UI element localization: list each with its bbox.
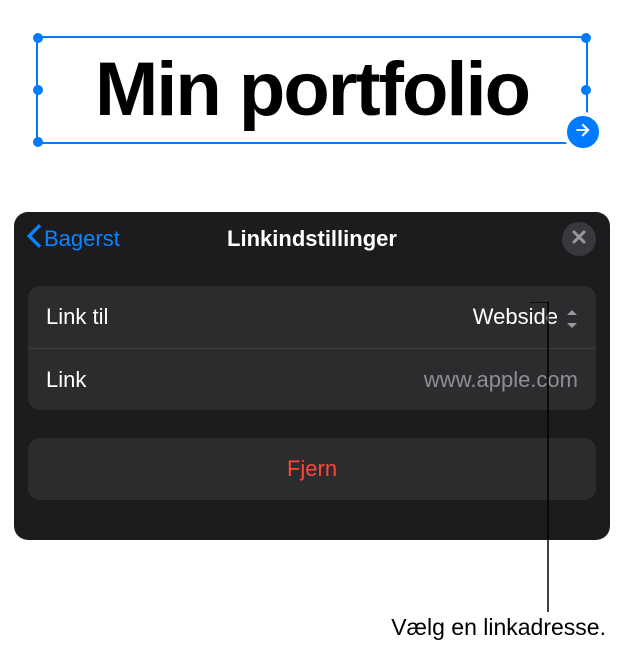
chevron-left-icon xyxy=(26,224,42,254)
link-to-row[interactable]: Link til Webside xyxy=(28,286,596,348)
selected-text-frame[interactable]: Min portfolio xyxy=(36,36,588,144)
back-button[interactable]: Bagerst xyxy=(26,224,120,254)
resize-handle-mr[interactable] xyxy=(581,85,591,95)
close-button[interactable] xyxy=(562,222,596,256)
link-settings-panel: Bagerst Linkindstillinger Link til Websi… xyxy=(14,212,610,540)
remove-button[interactable]: Fjern xyxy=(28,438,596,500)
resize-handle-bl[interactable] xyxy=(33,137,43,147)
settings-list: Link til Webside Link www.apple.com xyxy=(28,286,596,410)
link-indicator-badge[interactable] xyxy=(563,112,603,152)
arrow-forward-icon xyxy=(573,120,593,145)
back-label: Bagerst xyxy=(44,226,120,252)
link-url-row[interactable]: Link www.apple.com xyxy=(28,348,596,410)
panel-body: Link til Webside Link www.apple.com Fjer… xyxy=(14,266,610,500)
link-url-label: Link xyxy=(46,367,86,393)
resize-handle-tr[interactable] xyxy=(581,33,591,43)
panel-title: Linkindstillinger xyxy=(227,226,397,252)
link-to-label: Link til xyxy=(46,304,108,330)
link-to-value-text: Webside xyxy=(473,304,558,330)
close-icon xyxy=(572,230,586,249)
panel-header: Bagerst Linkindstillinger xyxy=(14,212,610,266)
resize-handle-ml[interactable] xyxy=(33,85,43,95)
link-url-placeholder: www.apple.com xyxy=(424,367,578,393)
remove-label: Fjern xyxy=(287,456,337,482)
callout-text: Vælg en linkadresse. xyxy=(391,614,606,641)
resize-handle-tl[interactable] xyxy=(33,33,43,43)
textbox-content: Min portfolio xyxy=(95,52,529,128)
link-to-value: Webside xyxy=(473,304,578,330)
updown-chevron-icon xyxy=(566,308,578,326)
